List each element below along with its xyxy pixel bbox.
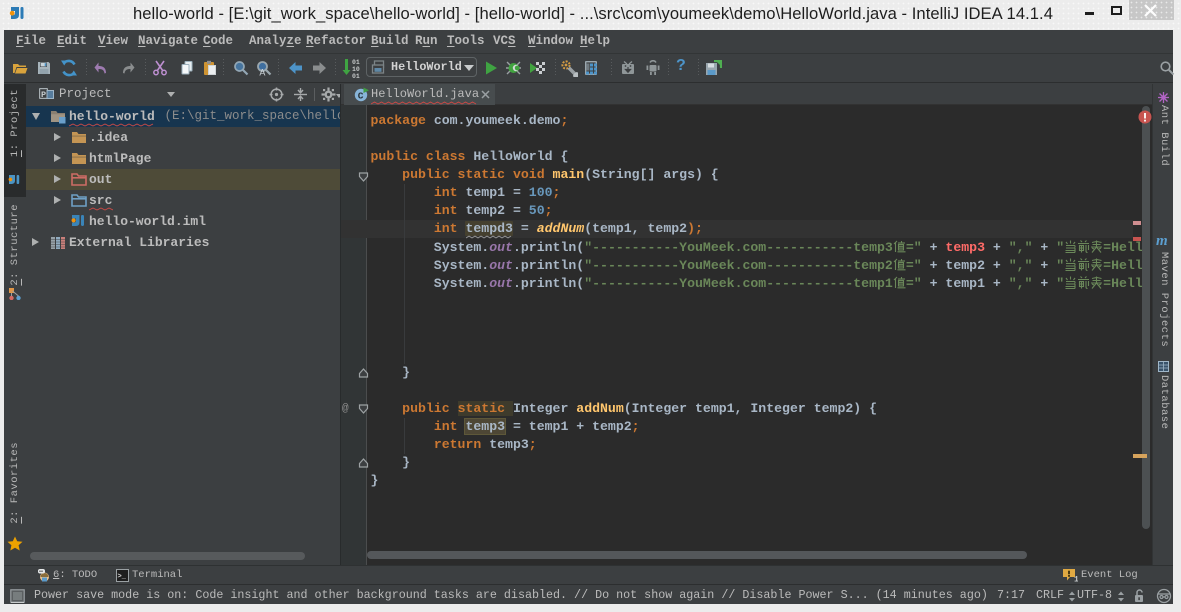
svg-text:10: 10 [352,66,360,73]
svg-text:1: 1 [1074,576,1078,584]
svg-text:01: 01 [352,59,360,66]
svg-text:01: 01 [352,73,360,79]
svg-text:C: C [358,91,364,102]
svg-text:A: A [259,68,265,77]
svg-text:>_: >_ [118,573,127,581]
svg-text:P: P [41,90,46,100]
